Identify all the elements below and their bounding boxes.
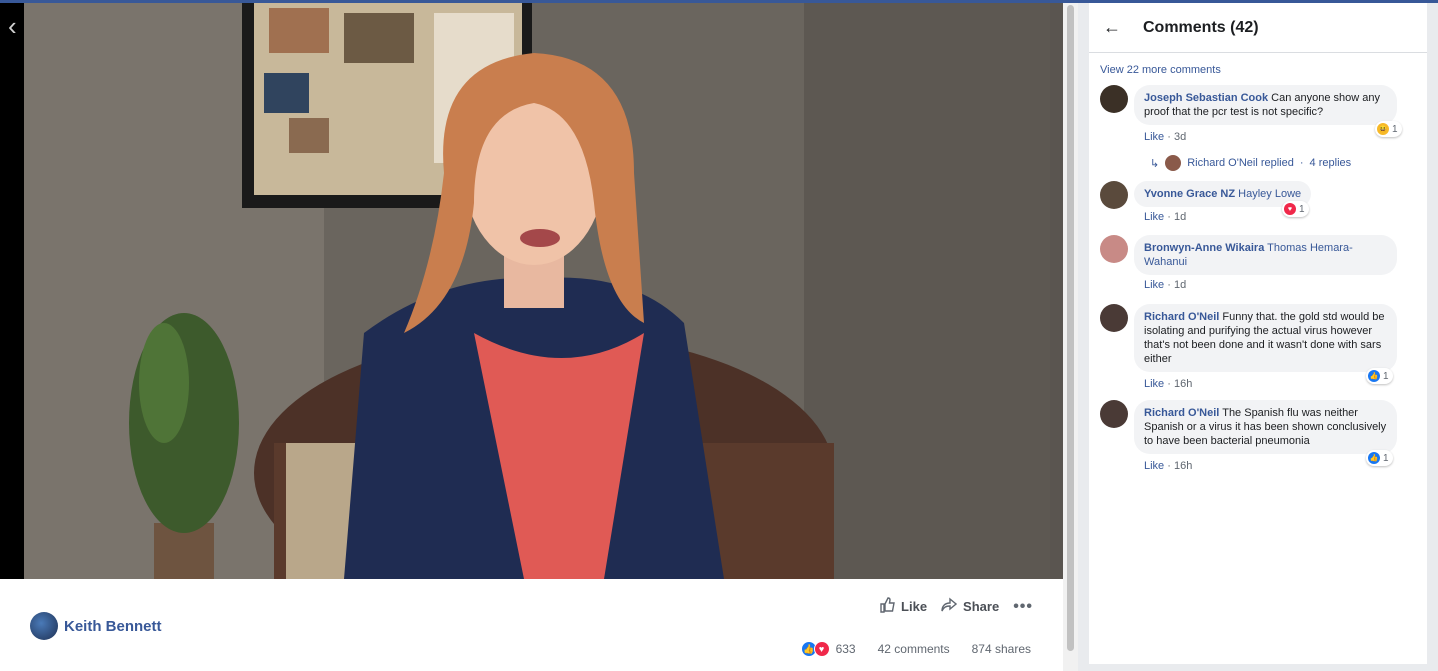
post-actions: Like Share •••: [879, 597, 1033, 616]
tagged-user[interactable]: Hayley Lowe: [1238, 188, 1301, 200]
back-arrow-icon[interactable]: ←: [1103, 17, 1143, 38]
comment-bubble: Richard O'Neil Funny that. the gold std …: [1134, 304, 1397, 372]
video-scene-image: [24, 3, 1050, 579]
comment-time[interactable]: 16h: [1174, 460, 1192, 472]
comment-bubble: Bronwyn-Anne Wikaira Thomas Hemara-Wahan…: [1134, 235, 1397, 275]
comment-meta: Like · 3d: [1144, 131, 1187, 143]
video-frame[interactable]: [24, 3, 1050, 579]
scrollbar[interactable]: [1063, 3, 1078, 671]
comment-time[interactable]: 3d: [1174, 131, 1186, 143]
reaction-badge-count: 1: [1299, 203, 1305, 215]
reaction-badge-count: 1: [1383, 370, 1389, 382]
video-edge: [1050, 3, 1063, 579]
panel-header: ← Comments (42): [1089, 3, 1427, 53]
reaction-badge[interactable]: ♥ 1: [1282, 201, 1309, 217]
shares-count[interactable]: 874 shares: [972, 642, 1031, 656]
reaction-badge[interactable]: 👍 1: [1366, 368, 1393, 384]
comment-time[interactable]: 16h: [1174, 378, 1192, 390]
comments-count[interactable]: 42 comments: [878, 642, 950, 656]
avatar[interactable]: [30, 612, 58, 640]
comment-time[interactable]: 1d: [1174, 211, 1186, 223]
dot-separator: ·: [1299, 157, 1304, 169]
reply-arrow-icon: ↳: [1150, 157, 1160, 170]
love-reaction-icon: ♥: [1284, 203, 1296, 215]
view-more-comments-link[interactable]: View 22 more comments: [1100, 64, 1221, 76]
like-reaction-icon: 👍: [1368, 452, 1380, 464]
replies-count: 4 replies: [1309, 157, 1352, 169]
post-info-bar: Keith Bennett Like Share ••• 👍 ♥ 633 42 …: [0, 579, 1063, 671]
reaction-count[interactable]: 633: [836, 642, 856, 656]
video-player[interactable]: ‹: [0, 3, 1063, 579]
replies-link[interactable]: ↳ Richard O'Neil replied · 4 replies: [1150, 155, 1351, 171]
replies-author: Richard O'Neil replied: [1187, 157, 1294, 169]
share-button[interactable]: Share: [941, 597, 999, 616]
like-label: Like: [901, 599, 928, 614]
thumbs-up-icon: [879, 597, 895, 616]
comments-panel: ← Comments (42) View 22 more comments Jo…: [1089, 3, 1427, 664]
more-options-icon[interactable]: •••: [1013, 598, 1033, 616]
like-button[interactable]: Like: [879, 597, 927, 616]
comment-like-link[interactable]: Like: [1144, 378, 1164, 390]
comment-meta: Like · 16h: [1144, 378, 1193, 390]
reaction-icons[interactable]: 👍 ♥: [800, 641, 830, 657]
comment-meta: Like · 1d: [1144, 279, 1187, 291]
author-name[interactable]: Keith Bennett: [64, 618, 162, 635]
reaction-badge[interactable]: 👍 1: [1366, 450, 1393, 466]
chevron-left-icon[interactable]: ‹: [8, 13, 17, 39]
comment-author[interactable]: Richard O'Neil: [1144, 311, 1219, 323]
comment-author[interactable]: Richard O'Neil: [1144, 407, 1219, 419]
comment-like-link[interactable]: Like: [1144, 279, 1164, 291]
comment-meta: Like · 1d: [1144, 211, 1187, 223]
comment-like-link[interactable]: Like: [1144, 211, 1164, 223]
avatar[interactable]: [1100, 304, 1128, 332]
comment-author[interactable]: Joseph Sebastian Cook: [1144, 92, 1268, 104]
avatar[interactable]: [1100, 85, 1128, 113]
comment-author[interactable]: Bronwyn-Anne Wikaira: [1144, 242, 1264, 254]
avatar[interactable]: [1100, 235, 1128, 263]
haha-reaction-icon: 😆: [1377, 123, 1389, 135]
share-icon: [941, 597, 958, 616]
comment-time[interactable]: 1d: [1174, 279, 1186, 291]
comment-bubble: Richard O'Neil The Spanish flu was neith…: [1134, 400, 1397, 454]
comment-like-link[interactable]: Like: [1144, 460, 1164, 472]
reaction-badge-count: 1: [1383, 452, 1389, 464]
comment-meta: Like · 16h: [1144, 460, 1193, 472]
reaction-badge[interactable]: 😆 1: [1375, 121, 1402, 137]
share-label: Share: [963, 599, 1000, 614]
avatar[interactable]: [1100, 400, 1128, 428]
like-reaction-icon: 👍: [1368, 370, 1380, 382]
author[interactable]: Keith Bennett: [30, 612, 162, 640]
reaction-badge-count: 1: [1392, 123, 1398, 135]
love-reaction-icon: ♥: [813, 641, 830, 657]
avatar[interactable]: [1100, 181, 1128, 209]
post-stats: 👍 ♥ 633 42 comments 874 shares: [800, 641, 1031, 657]
comment-author[interactable]: Yvonne Grace NZ: [1144, 188, 1235, 200]
avatar: [1165, 155, 1182, 171]
comment-bubble: Joseph Sebastian Cook Can anyone show an…: [1134, 85, 1397, 125]
page-title: Comments (42): [1143, 18, 1259, 36]
comment-like-link[interactable]: Like: [1144, 131, 1164, 143]
scrollbar-thumb[interactable]: [1067, 5, 1074, 651]
